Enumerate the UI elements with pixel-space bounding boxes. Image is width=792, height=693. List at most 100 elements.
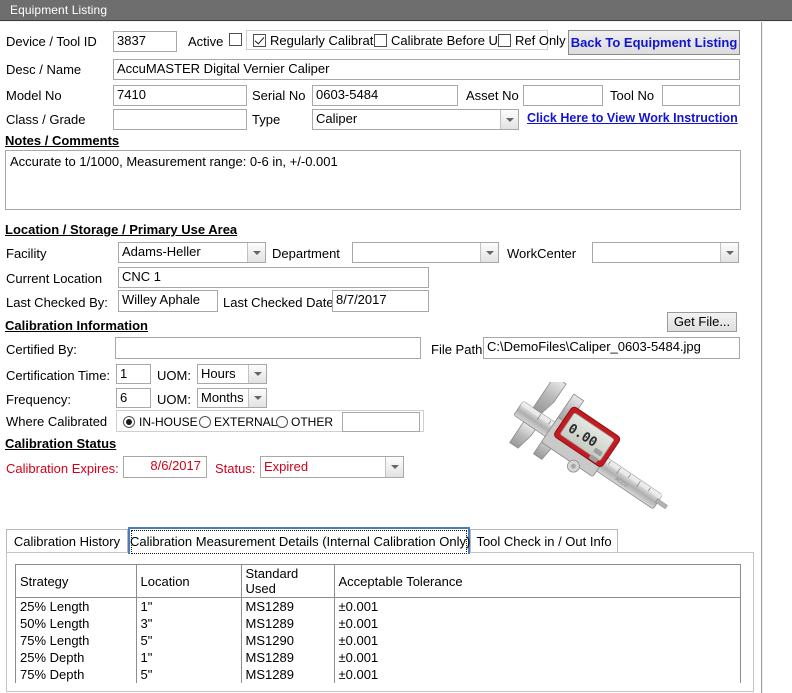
status-dropdown[interactable]: Expired — [260, 456, 404, 478]
other-label: OTHER — [291, 415, 333, 429]
tab-calibration-measurement-details-label: Calibration Measurement Details (Interna… — [130, 534, 471, 549]
frequency-uom-dropdown[interactable]: Months — [197, 388, 267, 408]
where-calibrated-label: Where Calibrated — [6, 414, 108, 429]
cell-standard-used: MS1290 — [241, 632, 335, 649]
other-value-input[interactable] — [342, 412, 420, 432]
table-row[interactable]: 50% Length 3" MS1289 ±0.001 — [16, 615, 740, 632]
last-checked-date-input[interactable]: 8/7/2017 — [332, 290, 429, 312]
chevron-down-icon[interactable] — [248, 389, 266, 407]
serial-no-label: Serial No — [252, 88, 306, 103]
last-checked-by-input[interactable]: Willey Aphale — [118, 290, 218, 312]
device-id-input[interactable]: 3837 — [113, 31, 177, 52]
chevron-down-icon[interactable] — [480, 243, 498, 262]
frequency-uom-value: Months — [201, 390, 244, 405]
device-id-label: Device / Tool ID — [6, 34, 97, 49]
external-radio[interactable] — [199, 416, 211, 428]
asset-no-input[interactable] — [523, 85, 603, 106]
facility-dropdown[interactable]: Adams-Heller — [118, 242, 266, 263]
desc-name-label: Desc / Name — [6, 62, 82, 77]
equipment-listing-window: Equipment Listing Device / Tool ID 3837 … — [0, 0, 792, 693]
tab-calibration-history[interactable]: Calibration History — [6, 529, 128, 553]
cell-standard-used: MS1289 — [241, 649, 335, 666]
window-title: Equipment Listing — [10, 3, 108, 17]
desc-name-input[interactable]: AccuMASTER Digital Vernier Caliper — [113, 59, 740, 80]
column-header-location[interactable]: Location — [136, 565, 242, 598]
chevron-down-icon[interactable] — [247, 243, 265, 262]
calibration-expires-label: Calibration Expires: — [6, 461, 119, 476]
where-calibrated-radio-group: IN-HOUSE EXTERNAL OTHER — [116, 410, 424, 432]
status-label: Status: — [215, 461, 256, 476]
model-no-input[interactable]: 7410 — [113, 85, 247, 106]
certified-by-label: Certified By: — [6, 342, 77, 357]
cell-acceptable-tolerance: ±0.001 — [334, 597, 740, 615]
class-grade-input[interactable] — [113, 109, 247, 130]
type-dropdown[interactable]: Caliper — [312, 109, 519, 130]
right-margin-pad — [763, 22, 792, 693]
certified-by-input[interactable] — [115, 337, 421, 359]
in-house-radio[interactable] — [123, 416, 135, 428]
tab-tool-check-in-out-info[interactable]: Tool Check in / Out Info — [470, 529, 618, 553]
model-no-label: Model No — [6, 88, 62, 103]
type-label: Type — [252, 112, 281, 127]
get-file-button[interactable]: Get File... — [667, 312, 737, 332]
calibration-info-heading: Calibration Information — [5, 318, 148, 333]
active-checkbox[interactable] — [229, 33, 242, 46]
certification-time-uom-value: Hours — [201, 366, 236, 381]
file-path-input[interactable]: C:\DemoFiles\Caliper_0603-5484.jpg — [483, 337, 740, 359]
certification-time-uom-label: UOM: — [157, 368, 191, 383]
calibrate-before-use-checkbox[interactable] — [374, 34, 387, 47]
certification-time-uom-dropdown[interactable]: Hours — [197, 364, 267, 384]
column-header-strategy[interactable]: Strategy — [16, 565, 137, 598]
regularly-calibrated-checkbox[interactable] — [253, 34, 266, 47]
calibration-expires-input[interactable]: 8/6/2017 — [123, 456, 207, 478]
cell-location: 1" — [136, 649, 242, 666]
frequency-uom-label: UOM: — [157, 392, 191, 407]
notes-textarea[interactable]: Accurate to 1/1000, Measurement range: 0… — [5, 150, 741, 210]
table-row[interactable]: 75% Length 5" MS1290 ±0.001 — [16, 632, 740, 649]
measurement-details-panel: Strategy Location Standard Used Acceptab… — [6, 552, 754, 692]
cell-acceptable-tolerance: ±0.001 — [334, 649, 740, 666]
tab-calibration-measurement-details[interactable]: Calibration Measurement Details (Interna… — [128, 527, 470, 554]
chevron-down-icon[interactable] — [248, 365, 266, 383]
table-row[interactable]: 25% Length 1" MS1289 ±0.001 — [16, 597, 740, 615]
tool-no-input[interactable] — [662, 85, 740, 106]
measurement-grid[interactable]: Strategy Location Standard Used Acceptab… — [15, 564, 741, 683]
current-location-input[interactable]: CNC 1 — [118, 267, 429, 288]
work-instruction-link[interactable]: Click Here to View Work Instruction — [527, 111, 738, 125]
status-dropdown-value: Expired — [264, 459, 309, 474]
other-radio[interactable] — [276, 416, 288, 428]
chevron-down-icon[interactable] — [385, 457, 403, 477]
frequency-label: Frequency: — [6, 392, 72, 407]
calibration-status-heading: Calibration Status — [5, 436, 117, 451]
external-label: EXTERNAL — [214, 415, 278, 429]
table-header-row: Strategy Location Standard Used Acceptab… — [16, 565, 740, 598]
ref-only-checkbox[interactable] — [498, 34, 511, 47]
table-row[interactable]: 75% Depth 5" MS1289 ±0.001 — [16, 666, 740, 683]
cell-standard-used: MS1289 — [241, 666, 335, 683]
workcenter-dropdown[interactable] — [592, 242, 739, 263]
cell-location: 5" — [136, 632, 242, 649]
location-heading: Location / Storage / Primary Use Area — [5, 222, 238, 237]
tool-no-label: Tool No — [610, 88, 655, 103]
table-row[interactable]: 25% Depth 1" MS1289 ±0.001 — [16, 649, 740, 666]
facility-dropdown-value: Adams-Heller — [122, 244, 201, 259]
certification-time-input[interactable]: 1 — [116, 364, 151, 384]
column-header-acceptable-tolerance[interactable]: Acceptable Tolerance — [334, 565, 740, 598]
current-location-label: Current Location — [6, 271, 103, 286]
facility-label: Facility — [6, 246, 47, 261]
cell-location: 5" — [136, 666, 242, 683]
column-header-standard-used[interactable]: Standard Used — [241, 565, 335, 598]
equipment-form-panel: Device / Tool ID 3837 Active Regularly C… — [0, 22, 762, 693]
department-dropdown[interactable] — [352, 242, 499, 263]
tab-strip: Calibration History Calibration Measurem… — [6, 527, 754, 554]
back-to-equipment-listing-button[interactable]: Back To Equipment Listing — [568, 30, 740, 55]
cell-acceptable-tolerance: ±0.001 — [334, 615, 740, 632]
last-checked-by-label: Last Checked By: — [6, 295, 108, 310]
frequency-input[interactable]: 6 — [116, 388, 151, 408]
serial-no-input[interactable]: 0603-5484 — [312, 85, 458, 106]
chevron-down-icon[interactable] — [720, 243, 738, 262]
cell-strategy: 25% Length — [16, 597, 137, 615]
chevron-down-icon[interactable] — [500, 110, 518, 129]
cell-strategy: 25% Depth — [16, 649, 137, 666]
ref-only-label: Ref Only — [515, 33, 566, 48]
